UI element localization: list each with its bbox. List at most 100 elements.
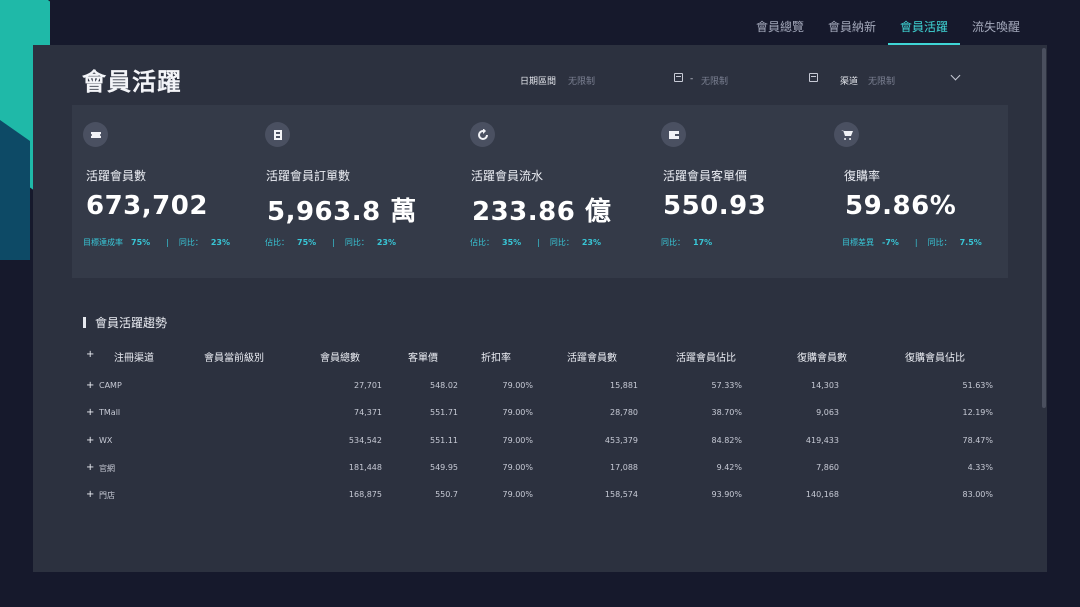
kpi-sub-text: |: [332, 238, 335, 247]
kpi-sub-text: 75%: [131, 238, 151, 247]
kpi-sub-text: 35%: [502, 238, 522, 247]
kpi-sub-text: 佔比：: [265, 238, 289, 247]
expand-icon[interactable]: +: [86, 380, 94, 391]
col-header[interactable]: 注冊渠道: [114, 349, 154, 364]
table-cell: 453,379: [604, 436, 638, 445]
table-cell: 7,860: [816, 463, 839, 472]
table-cell: 79.00%: [502, 463, 533, 472]
channel-select[interactable]: 无限制: [868, 74, 895, 87]
top-nav: 會員總覽 會員納新 會員活躍 流失喚醒: [744, 10, 1032, 45]
col-header[interactable]: 會員總數: [320, 349, 360, 364]
kpi-sub-text: 17%: [693, 238, 713, 247]
table-cell: WX: [99, 436, 113, 445]
kpi-sub-text: 23%: [210, 238, 231, 247]
scrollbar[interactable]: [1042, 48, 1046, 408]
kpi-sub-text: 同比：: [178, 238, 203, 247]
table-cell: 28,780: [610, 408, 638, 417]
expand-icon[interactable]: +: [86, 407, 94, 418]
cart-icon: [834, 122, 859, 147]
table-cell: 551.11: [430, 436, 458, 445]
col-header[interactable]: 活躍會員數: [567, 349, 617, 364]
section-title-trend: 會員活躍趨勢: [83, 314, 167, 331]
kpi-sub-text: 同比：: [927, 238, 952, 247]
table-cell: 14,303: [811, 381, 839, 390]
ticket-icon: [265, 122, 290, 147]
kpi-sub-text: 同比：: [549, 238, 574, 247]
date-end-field[interactable]: 无限制: [701, 74, 728, 87]
kpi-sub-text: |: [914, 238, 918, 247]
table-cell: 181,448: [348, 463, 382, 472]
table-cell: 38.70%: [711, 408, 742, 417]
date-start-field[interactable]: 无限制: [568, 74, 595, 87]
table-cell: 9.42%: [716, 463, 742, 472]
table-cell: 78.47%: [962, 436, 993, 445]
kpi-sub-text: |: [537, 238, 540, 247]
col-header[interactable]: 復購會員佔比: [905, 349, 965, 364]
kpi-sub-text: 目標達成率: [83, 238, 123, 247]
table-cell: CAMP: [99, 381, 122, 390]
kpi-value: 5,963.8 萬: [267, 197, 417, 227]
table-cell: 27,701: [354, 381, 382, 390]
kpi-sub: 目標差異 -7% | 同比： 7.5%: [842, 237, 988, 248]
col-header[interactable]: 活躍會員佔比: [676, 349, 736, 364]
kpi-summary: 活躍會員數 673,702 目標達成率 75% | 同比： 23% 活躍會員訂單數 5,…: [72, 105, 1008, 278]
table-row[interactable]: + 官網 181,448 549.95 79.00% 17,088 9.42% …: [80, 462, 1010, 482]
table-row[interactable]: + 門店 168,875 550.7 79.00% 158,574 93.90%…: [80, 489, 1010, 509]
page-title: 會員活躍: [82, 68, 182, 96]
table-cell: 79.00%: [502, 408, 533, 417]
table-cell: 93.90%: [711, 490, 742, 499]
table-cell: 419,433: [805, 436, 839, 445]
tab-member-acquisition[interactable]: 會員納新: [816, 10, 888, 45]
kpi-sub-text: 75%: [297, 238, 317, 247]
kpi-sub-text: 目標差異: [842, 238, 874, 247]
refresh-icon: [470, 122, 495, 147]
kpi-sub: 同比： 17%: [661, 237, 718, 248]
kpi-value: 59.86%: [845, 191, 957, 221]
kpi-value: 673,702: [86, 191, 208, 221]
table-cell: 550.7: [435, 490, 458, 499]
kpi-sub: 佔比： 35% | 同比： 23%: [470, 237, 607, 248]
table-cell: 83.00%: [962, 490, 993, 499]
expand-all-icon[interactable]: +: [86, 349, 94, 360]
table-cell: TMall: [99, 408, 121, 417]
kpi-label: 活躍會員數: [86, 169, 147, 183]
date-separator: -: [690, 74, 694, 84]
table-cell: 551.71: [430, 408, 458, 417]
expand-icon[interactable]: +: [86, 435, 94, 446]
col-header[interactable]: 客單價: [408, 349, 438, 364]
expand-icon[interactable]: +: [86, 462, 94, 473]
coupon-icon: [83, 122, 108, 147]
table-cell: 門店: [99, 491, 115, 500]
table-cell: 74,371: [354, 408, 382, 417]
table-cell: 4.33%: [967, 463, 993, 472]
tab-member-activity[interactable]: 會員活躍: [887, 10, 960, 45]
tab-member-overview[interactable]: 會員總覽: [744, 10, 816, 45]
table-row[interactable]: + CAMP 27,701 548.02 79.00% 15,881 57.33…: [80, 380, 1010, 400]
table-cell: 549.95: [430, 463, 458, 472]
table-cell: 158,574: [604, 490, 638, 499]
kpi-label: 復購率: [844, 169, 881, 183]
channel-label: 渠道: [840, 77, 859, 87]
kpi-sub: 目標達成率 75% | 同比： 23%: [83, 237, 236, 248]
table-cell: 534,542: [348, 436, 382, 445]
table-cell: 12.19%: [962, 408, 993, 417]
kpi-sub-text: 佔比：: [470, 238, 494, 247]
kpi-label: 活躍會員訂單數: [266, 169, 351, 183]
calendar-icon[interactable]: [809, 73, 818, 82]
kpi-sub-text: 同比：: [661, 238, 685, 247]
table-row[interactable]: + TMall 74,371 551.71 79.00% 28,780 38.7…: [80, 407, 1010, 427]
kpi-sub-text: 同比：: [344, 238, 369, 247]
tab-churn-reactivation[interactable]: 流失喚醒: [960, 10, 1032, 45]
table-row[interactable]: + WX 534,542 551.11 79.00% 453,379 84.82…: [80, 435, 1010, 455]
table-cell: 168,875: [348, 490, 382, 499]
table-cell: 17,088: [610, 463, 638, 472]
col-header[interactable]: 會員當前級別: [204, 349, 264, 364]
kpi-sub-text: 23%: [376, 238, 397, 247]
col-header[interactable]: 折扣率: [481, 349, 511, 364]
expand-icon[interactable]: +: [86, 489, 94, 500]
table-cell: 79.00%: [502, 490, 533, 499]
calendar-icon[interactable]: [674, 73, 683, 82]
col-header[interactable]: 復購會員數: [797, 349, 847, 364]
date-range-label: 日期區間: [520, 77, 557, 87]
kpi-sub-text: 23%: [581, 238, 602, 247]
